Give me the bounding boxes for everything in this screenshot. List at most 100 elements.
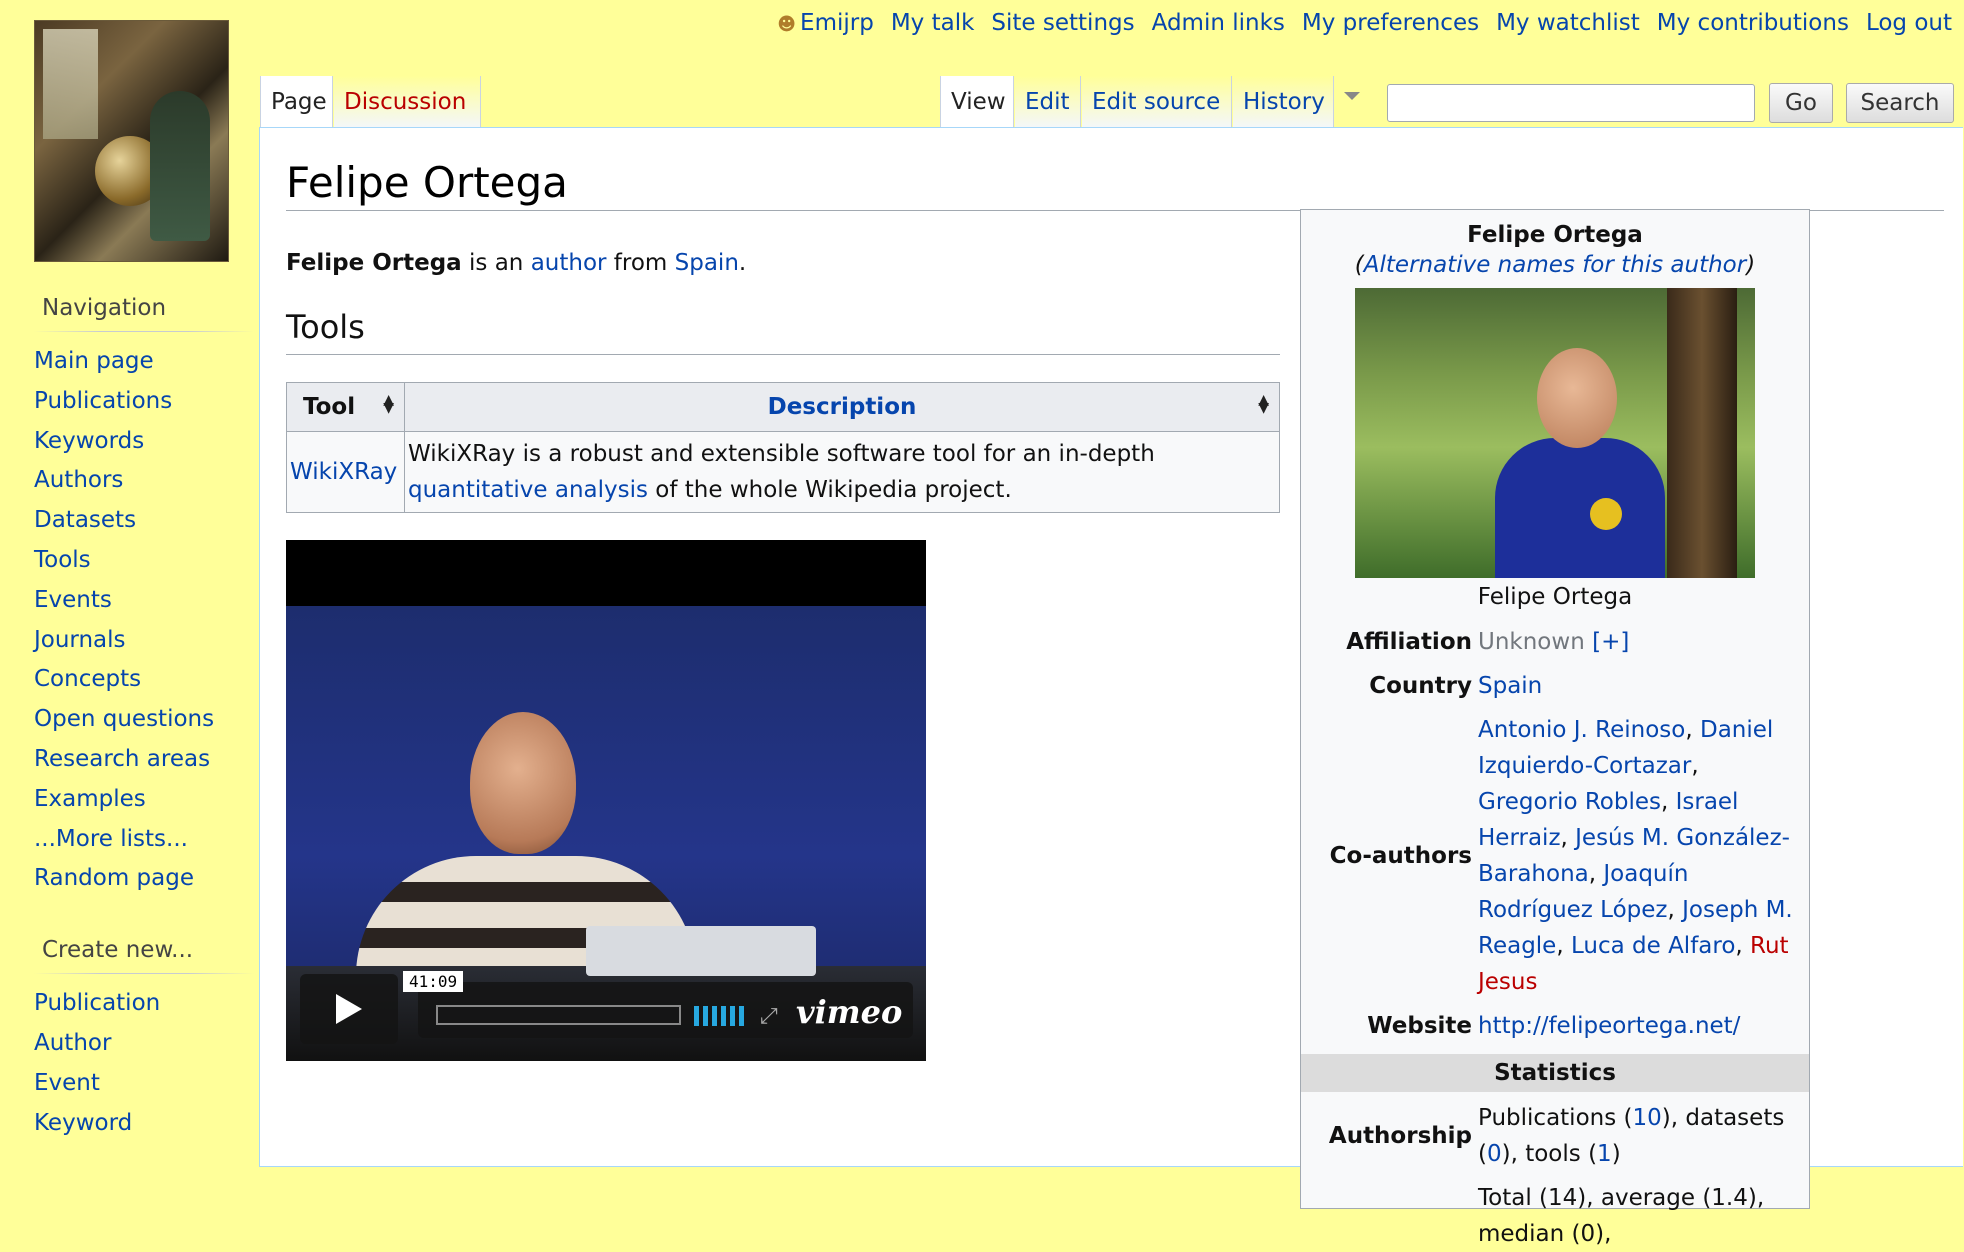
- website-link[interactable]: http://felipeortega.net/: [1478, 1013, 1740, 1039]
- play-button[interactable]: [300, 974, 398, 1044]
- coauthor-separator: ,: [1560, 825, 1576, 851]
- sidebar-item-concepts[interactable]: Concepts: [34, 660, 258, 700]
- tab-history[interactable]: History: [1233, 76, 1334, 128]
- country-row: Country Spain: [1307, 668, 1803, 704]
- add-affiliation-link[interactable]: [+]: [1592, 629, 1629, 655]
- sidebar-item-authors[interactable]: Authors: [34, 461, 258, 501]
- tools-table: Tool ▲ ▼ Description ▲ ▼ WikiXRay WikiXRay i…: [286, 382, 1280, 513]
- wikixray-link[interactable]: WikiXRay: [290, 459, 397, 485]
- my-contributions-link[interactable]: My contributions: [1657, 10, 1849, 36]
- infobox: Felipe Ortega (Alternative names for thi…: [1300, 209, 1810, 1247]
- author-photo[interactable]: [1355, 288, 1755, 578]
- sidebar-item-keywords[interactable]: Keywords: [34, 422, 258, 462]
- tab-discussion[interactable]: Discussion: [334, 76, 481, 128]
- sidebar-item-tools[interactable]: Tools: [34, 541, 258, 581]
- more-actions-chevron-down-icon[interactable]: [1344, 92, 1360, 100]
- tools-count-link[interactable]: 1: [1597, 1141, 1612, 1167]
- create-item-keyword[interactable]: Keyword: [34, 1104, 258, 1144]
- authorship-value: Publications (10), datasets (0), tools (…: [1478, 1100, 1803, 1172]
- navigation-list: Main page Publications Keywords Authors Data…: [34, 342, 258, 899]
- description-text-1: WikiXRay is a robust and extensible soft…: [408, 441, 1155, 467]
- laptop: [586, 926, 816, 976]
- fullscreen-icon[interactable]: ⤢: [760, 1004, 778, 1029]
- column-header-tool[interactable]: Tool ▲ ▼: [286, 382, 405, 432]
- coauthor-separator: ,: [1691, 753, 1699, 779]
- user-icon: ☻: [777, 14, 797, 35]
- site-settings-link[interactable]: Site settings: [991, 10, 1134, 36]
- sort-icon[interactable]: ▲ ▼: [1258, 393, 1269, 415]
- tab-page[interactable]: Page: [260, 76, 333, 128]
- spain-link[interactable]: Spain: [675, 250, 739, 276]
- coauthors-list: Antonio J. Reinoso, Daniel Izquierdo-Cor…: [1478, 712, 1803, 1000]
- coauthor-separator: ,: [1556, 933, 1571, 959]
- sidebar-item-more-lists[interactable]: ...More lists...: [34, 820, 258, 860]
- volume-icon[interactable]: [694, 1006, 748, 1026]
- photo-tree: [1667, 288, 1737, 578]
- user-name[interactable]: Emijrp: [800, 10, 874, 36]
- create-item-event[interactable]: Event: [34, 1064, 258, 1104]
- sidebar-item-research-areas[interactable]: Research areas: [34, 740, 258, 780]
- search-input[interactable]: [1387, 84, 1755, 122]
- coauthor-link[interactable]: Antonio J. Reinoso: [1478, 717, 1685, 743]
- website-value: http://felipeortega.net/: [1478, 1008, 1803, 1044]
- sidebar-item-journals[interactable]: Journals: [34, 621, 258, 661]
- coauthor-link[interactable]: Gregorio Robles: [1478, 789, 1661, 815]
- sidebar: Navigation Main page Publications Keywords…: [0, 295, 258, 1143]
- citations-row: Total (14), average (1.4), median (0),: [1307, 1180, 1803, 1252]
- tab-edit[interactable]: Edit: [1015, 76, 1081, 128]
- create-item-publication[interactable]: Publication: [34, 984, 258, 1024]
- my-talk-link[interactable]: My talk: [891, 10, 975, 36]
- intro-text-1: is an: [461, 250, 531, 276]
- my-watchlist-link[interactable]: My watchlist: [1496, 10, 1640, 36]
- sidebar-item-events[interactable]: Events: [34, 581, 258, 621]
- sidebar-item-datasets[interactable]: Datasets: [34, 501, 258, 541]
- intro-paragraph: Felipe Ortega is an author from Spain.: [286, 250, 746, 276]
- site-logo[interactable]: [34, 20, 229, 262]
- authorship-label: Authorship: [1328, 1123, 1472, 1149]
- sidebar-item-publications[interactable]: Publications: [34, 382, 258, 422]
- vimeo-logo[interactable]: vimeo: [796, 993, 902, 1031]
- create-list: Publication Author Event Keyword: [34, 984, 258, 1143]
- affiliation-unknown: Unknown: [1478, 629, 1585, 655]
- admin-links-link[interactable]: Admin links: [1152, 10, 1285, 36]
- sidebar-item-examples[interactable]: Examples: [34, 780, 258, 820]
- page-title: Felipe Ortega: [286, 158, 568, 207]
- user-link[interactable]: ☻ Emijrp: [777, 10, 874, 36]
- video-progress-bar[interactable]: [436, 1005, 681, 1025]
- coauthor-link[interactable]: Luca de Alfaro: [1571, 933, 1735, 959]
- my-preferences-link[interactable]: My preferences: [1302, 10, 1479, 36]
- website-label: Website: [1367, 1013, 1472, 1039]
- datasets-count-link[interactable]: 0: [1487, 1141, 1502, 1167]
- tool-cell: WikiXRay: [286, 431, 405, 513]
- alternative-names-link[interactable]: Alternative names for this author: [1364, 252, 1746, 278]
- publications-count-link[interactable]: 10: [1633, 1105, 1662, 1131]
- description-cell: WikiXRay is a robust and extensible soft…: [404, 431, 1280, 513]
- search-button[interactable]: Search: [1846, 83, 1954, 123]
- personal-tools: ☻ Emijrp My talk Site settings Admin link…: [777, 10, 1952, 36]
- citations-value: Total (14), average (1.4), median (0),: [1478, 1185, 1765, 1247]
- statistics-heading: Statistics: [1301, 1054, 1809, 1092]
- tab-view[interactable]: View: [940, 76, 1014, 128]
- log-out-link[interactable]: Log out: [1866, 10, 1952, 36]
- coauthors-label: Co-authors: [1329, 843, 1472, 869]
- sidebar-item-main-page[interactable]: Main page: [34, 342, 258, 382]
- photo-shirt: [1495, 438, 1665, 578]
- coauthor-separator: ,: [1735, 933, 1751, 959]
- author-link[interactable]: author: [531, 250, 607, 276]
- create-item-author[interactable]: Author: [34, 1024, 258, 1064]
- country-link[interactable]: Spain: [1478, 673, 1542, 699]
- coauthors-row: Co-authors Antonio J. Reinoso, Daniel Iz…: [1307, 712, 1803, 1000]
- go-button[interactable]: Go: [1769, 83, 1833, 123]
- affiliation-label: Affiliation: [1346, 629, 1472, 655]
- tab-edit-source[interactable]: Edit source: [1082, 76, 1232, 128]
- column-header-description[interactable]: Description ▲ ▼: [404, 382, 1280, 432]
- video-player[interactable]: 41:09 ⤢ vimeo: [286, 540, 926, 1061]
- sidebar-item-random-page[interactable]: Random page: [34, 859, 258, 899]
- affiliation-row: Affiliation Unknown [+]: [1307, 624, 1803, 660]
- coauthor-separator: ,: [1685, 717, 1700, 743]
- sidebar-item-open-questions[interactable]: Open questions: [34, 700, 258, 740]
- coauthor-separator: ,: [1660, 789, 1676, 815]
- sort-icon[interactable]: ▲ ▼: [383, 393, 394, 415]
- quantitative-analysis-link[interactable]: quantitative analysis: [408, 477, 648, 503]
- tools-text: ), tools (: [1501, 1141, 1598, 1167]
